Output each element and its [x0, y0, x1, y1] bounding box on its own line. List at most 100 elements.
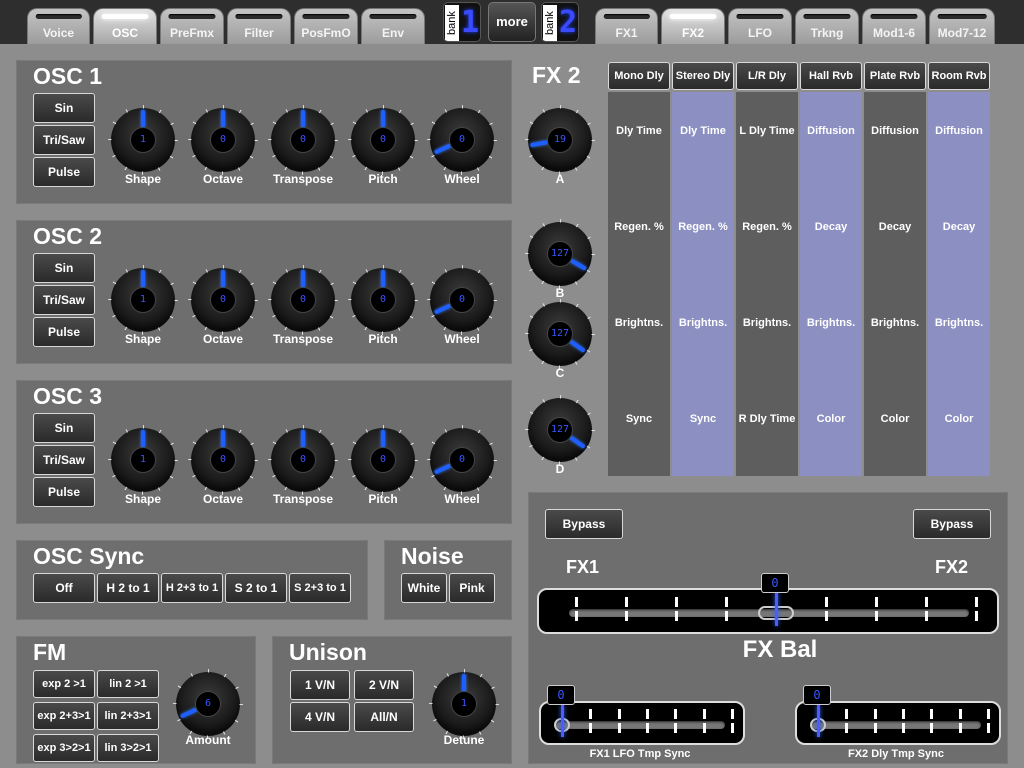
osc3-knob-label: Wheel — [444, 492, 480, 506]
fx2-knob-a[interactable]: 19 — [528, 108, 592, 172]
osc3-octave-knob[interactable]: 0 — [191, 428, 255, 492]
osc1-knob-label: Transpose — [272, 172, 334, 186]
knob-indicator — [381, 270, 385, 288]
fx2-type-button[interactable]: Hall Rvb — [800, 62, 862, 90]
fx2-type-button[interactable]: Stereo Dly — [672, 62, 734, 90]
fx2-bypass-button[interactable]: Bypass — [913, 509, 991, 539]
slider-track — [555, 721, 725, 729]
tab-trkng[interactable]: Trkng — [795, 8, 859, 44]
fx2-param-column: Diffusion Decay Brightns. Color — [864, 92, 926, 476]
tab-mod7-12[interactable]: Mod7-12 — [929, 8, 995, 44]
tab-filter[interactable]: Filter — [227, 8, 291, 44]
slider-tick — [646, 723, 649, 733]
osc3-pulse-button[interactable]: Pulse — [33, 477, 95, 507]
tab-env[interactable]: Env — [361, 8, 425, 44]
noise-pink-button[interactable]: Pink — [449, 573, 495, 603]
knob-value-display: 0 — [290, 287, 316, 313]
fx2-knob-c[interactable]: 127 — [528, 302, 592, 366]
tab-label: Mod1-6 — [873, 26, 915, 40]
tab-fx1[interactable]: FX1 — [595, 8, 658, 44]
fx2-title: FX 2 — [532, 62, 581, 88]
knob-value-display: 1 — [130, 287, 156, 313]
tab-posfmo[interactable]: PosFmO — [294, 8, 358, 44]
osc1-wheel-knob[interactable]: 0 — [430, 108, 494, 172]
knob-indicator — [301, 270, 305, 288]
osc2-shape-knob[interactable]: 1 — [111, 268, 175, 332]
tab-voice[interactable]: Voice — [27, 8, 90, 44]
slider-tick — [589, 723, 592, 733]
fx2-dly-sync-slider[interactable] — [795, 701, 1001, 745]
sync-off-button[interactable]: Off — [33, 573, 95, 603]
osc1-pitch-knob[interactable]: 0 — [351, 108, 415, 172]
osc3-sin-button[interactable]: Sin — [33, 413, 95, 443]
osc2-trisaw-button[interactable]: Tri/Saw — [33, 285, 95, 315]
osc1-knob-label: Wheel — [444, 172, 480, 186]
osc3-shape-knob[interactable]: 1 — [111, 428, 175, 492]
osc3-pitch-knob[interactable]: 0 — [351, 428, 415, 492]
fx2-type-button[interactable]: L/R Dly — [736, 62, 798, 90]
osc1-shape-knob[interactable]: 1 — [111, 108, 175, 172]
osc2-pulse-button[interactable]: Pulse — [33, 317, 95, 347]
tab-mod1-6[interactable]: Mod1-6 — [862, 8, 926, 44]
fm-exp321-button[interactable]: exp 3>2>1 — [33, 734, 95, 762]
osc2-pitch-knob[interactable]: 0 — [351, 268, 415, 332]
osc2-transpose-knob[interactable]: 0 — [271, 268, 335, 332]
tab-prefmx[interactable]: PreFmx — [160, 8, 224, 44]
knob-indicator — [568, 339, 586, 353]
fm-amount-knob[interactable]: 6 — [176, 672, 240, 736]
osc3-transpose-knob[interactable]: 0 — [271, 428, 335, 492]
sync-h2to1-button[interactable]: H 2 to 1 — [97, 573, 159, 603]
fm-lin231-button[interactable]: lin 2+3>1 — [97, 702, 159, 730]
fm-exp21-button[interactable]: exp 2 >1 — [33, 670, 95, 698]
slider-tick — [725, 611, 728, 621]
sync-h23to1-button[interactable]: H 2+3 to 1 — [161, 573, 223, 603]
bank1-button[interactable]: bank 1 — [443, 2, 481, 42]
unison-detune-knob[interactable]: 1 — [432, 672, 496, 736]
slider-tick — [618, 709, 621, 719]
fx2-knob-b[interactable]: 127 — [528, 222, 592, 286]
fx2-param-label: Brightns. — [934, 317, 984, 329]
fx1-lfo-sync-slider[interactable] — [539, 701, 745, 745]
osc2-wheel-knob[interactable]: 0 — [430, 268, 494, 332]
osc3-wheel-knob[interactable]: 0 — [430, 428, 494, 492]
sync-s2to1-button[interactable]: S 2 to 1 — [225, 573, 287, 603]
knob-value-display: 127 — [547, 417, 573, 443]
fm-lin21-button[interactable]: lin 2 >1 — [97, 670, 159, 698]
fx-bal-left-label: FX1 — [566, 557, 600, 577]
knob-value-display: 0 — [449, 447, 475, 473]
unison-1vn-button[interactable]: 1 V/N — [290, 670, 350, 700]
fx2-knob-d[interactable]: 127 — [528, 398, 592, 462]
sync-s23to1-button[interactable]: S 2+3 to 1 — [289, 573, 351, 603]
osc1-trisaw-button[interactable]: Tri/Saw — [33, 125, 95, 155]
osc1-transpose-knob[interactable]: 0 — [271, 108, 335, 172]
osc2-sin-button[interactable]: Sin — [33, 253, 95, 283]
fx2-param-label: Color — [816, 413, 846, 425]
fx2-type-button[interactable]: Mono Dly — [608, 62, 670, 90]
osc1-octave-knob[interactable]: 0 — [191, 108, 255, 172]
fx2-type-button[interactable]: Room Rvb — [928, 62, 990, 90]
fm-exp231-button[interactable]: exp 2+3>1 — [33, 702, 95, 730]
fm-lin321-button[interactable]: lin 3>2>1 — [97, 734, 159, 762]
tab-led — [235, 14, 283, 19]
knob-indicator — [221, 110, 225, 128]
osc3-trisaw-button[interactable]: Tri/Saw — [33, 445, 95, 475]
slider-tick — [675, 611, 678, 621]
more-button[interactable]: more — [488, 2, 536, 42]
osc2-octave-knob[interactable]: 0 — [191, 268, 255, 332]
tab-fx2[interactable]: FX2 — [661, 8, 725, 44]
tab-osc[interactable]: OSC — [93, 8, 157, 44]
tab-label: Mod7-12 — [937, 26, 987, 40]
bank2-button[interactable]: bank 2 — [541, 2, 579, 42]
fx-bal-slider[interactable] — [537, 588, 999, 634]
unison-2vn-button[interactable]: 2 V/N — [354, 670, 414, 700]
slider-tick — [987, 709, 990, 719]
slider-tick — [825, 597, 828, 607]
tab-lfo[interactable]: LFO — [728, 8, 792, 44]
unison-4vn-button[interactable]: 4 V/N — [290, 702, 350, 732]
fx1-bypass-button[interactable]: Bypass — [545, 509, 623, 539]
fx2-type-button[interactable]: Plate Rvb — [864, 62, 926, 90]
osc1-sin-button[interactable]: Sin — [33, 93, 95, 123]
unison-alln-button[interactable]: All/N — [354, 702, 414, 732]
osc1-pulse-button[interactable]: Pulse — [33, 157, 95, 187]
noise-white-button[interactable]: White — [401, 573, 447, 603]
